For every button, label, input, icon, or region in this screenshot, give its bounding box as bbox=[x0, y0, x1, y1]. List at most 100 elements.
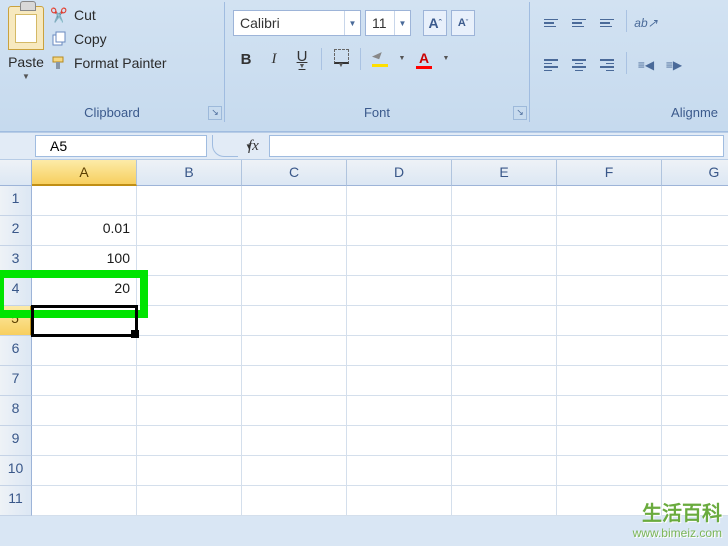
align-center-button[interactable] bbox=[566, 52, 592, 78]
cell[interactable] bbox=[452, 336, 557, 366]
cell[interactable] bbox=[242, 486, 347, 516]
align-top-button[interactable] bbox=[538, 10, 564, 36]
cell[interactable] bbox=[32, 306, 137, 336]
font-color-button[interactable]: A bbox=[411, 46, 437, 72]
cell[interactable] bbox=[32, 186, 137, 216]
cell[interactable] bbox=[662, 246, 728, 276]
cell[interactable] bbox=[452, 306, 557, 336]
cell[interactable] bbox=[662, 396, 728, 426]
cell[interactable] bbox=[137, 366, 242, 396]
cell[interactable] bbox=[242, 246, 347, 276]
formula-bar[interactable] bbox=[269, 135, 724, 157]
font-color-dropdown[interactable]: ▼ bbox=[439, 46, 453, 72]
name-box[interactable]: ▼ bbox=[35, 135, 207, 157]
cell[interactable] bbox=[137, 246, 242, 276]
cell[interactable] bbox=[557, 426, 662, 456]
bold-button[interactable]: B bbox=[233, 46, 259, 72]
paste-dropdown-icon[interactable]: ▼ bbox=[22, 72, 30, 81]
fill-color-dropdown[interactable]: ▼ bbox=[395, 46, 409, 72]
font-size-input[interactable] bbox=[366, 13, 394, 33]
align-bottom-button[interactable] bbox=[594, 10, 620, 36]
cell[interactable]: 20 bbox=[32, 276, 137, 306]
row-header[interactable]: 7 bbox=[0, 366, 32, 396]
cell[interactable] bbox=[662, 336, 728, 366]
cell[interactable] bbox=[557, 306, 662, 336]
cell[interactable] bbox=[137, 456, 242, 486]
cell[interactable] bbox=[452, 456, 557, 486]
cell[interactable] bbox=[32, 396, 137, 426]
row-header[interactable]: 10 bbox=[0, 456, 32, 486]
align-right-button[interactable] bbox=[594, 52, 620, 78]
worksheet[interactable]: ABCDEFG120.013100420567891011 bbox=[0, 160, 728, 516]
align-middle-button[interactable] bbox=[566, 10, 592, 36]
cell[interactable] bbox=[557, 186, 662, 216]
cell[interactable] bbox=[242, 336, 347, 366]
cell[interactable] bbox=[452, 186, 557, 216]
cell[interactable] bbox=[347, 276, 452, 306]
column-header[interactable]: B bbox=[137, 160, 242, 186]
row-header[interactable]: 2 bbox=[0, 216, 32, 246]
row-header[interactable]: 1 bbox=[0, 186, 32, 216]
decrease-font-size-button[interactable]: Aˇ bbox=[451, 10, 475, 36]
cell[interactable] bbox=[242, 426, 347, 456]
paste-button[interactable]: Paste ▼ bbox=[8, 6, 44, 81]
column-header[interactable]: F bbox=[557, 160, 662, 186]
row-header[interactable]: 4 bbox=[0, 276, 32, 306]
column-header[interactable]: C bbox=[242, 160, 347, 186]
cell[interactable] bbox=[137, 426, 242, 456]
cell[interactable] bbox=[242, 186, 347, 216]
cell[interactable] bbox=[557, 216, 662, 246]
cell[interactable] bbox=[662, 276, 728, 306]
cell[interactable] bbox=[557, 456, 662, 486]
cell[interactable] bbox=[32, 426, 137, 456]
cell[interactable] bbox=[347, 396, 452, 426]
cell[interactable] bbox=[452, 426, 557, 456]
column-header[interactable]: G bbox=[662, 160, 728, 186]
cell[interactable] bbox=[557, 276, 662, 306]
cell[interactable] bbox=[557, 246, 662, 276]
cell[interactable] bbox=[242, 366, 347, 396]
cell[interactable] bbox=[32, 366, 137, 396]
cell[interactable] bbox=[662, 456, 728, 486]
cell[interactable] bbox=[242, 396, 347, 426]
decrease-indent-button[interactable]: ≡◀ bbox=[633, 52, 659, 78]
cell[interactable] bbox=[452, 246, 557, 276]
cell[interactable] bbox=[452, 366, 557, 396]
format-painter-button[interactable]: Format Painter bbox=[50, 54, 167, 72]
cell[interactable] bbox=[242, 216, 347, 246]
font-family-dropdown-icon[interactable]: ▼ bbox=[344, 11, 360, 35]
cell[interactable]: 0.01 bbox=[32, 216, 137, 246]
cell[interactable] bbox=[452, 216, 557, 246]
cell[interactable] bbox=[557, 336, 662, 366]
cell[interactable] bbox=[32, 336, 137, 366]
cell[interactable] bbox=[137, 216, 242, 246]
align-left-button[interactable] bbox=[538, 52, 564, 78]
font-size-dropdown-icon[interactable]: ▼ bbox=[394, 11, 410, 35]
cell[interactable] bbox=[557, 396, 662, 426]
cell[interactable] bbox=[662, 306, 728, 336]
font-size-combo[interactable]: ▼ bbox=[365, 10, 411, 36]
cell[interactable] bbox=[347, 366, 452, 396]
italic-button[interactable]: I bbox=[261, 46, 287, 72]
cell[interactable] bbox=[242, 306, 347, 336]
increase-indent-button[interactable]: ≡▶ bbox=[661, 52, 687, 78]
row-header[interactable]: 3 bbox=[0, 246, 32, 276]
font-family-combo[interactable]: ▼ bbox=[233, 10, 361, 36]
cell[interactable] bbox=[662, 366, 728, 396]
cell[interactable] bbox=[242, 456, 347, 486]
row-header[interactable]: 9 bbox=[0, 426, 32, 456]
row-header[interactable]: 6 bbox=[0, 336, 32, 366]
cell[interactable] bbox=[347, 456, 452, 486]
cell[interactable] bbox=[347, 486, 452, 516]
cell[interactable] bbox=[347, 306, 452, 336]
cell[interactable] bbox=[347, 336, 452, 366]
cell[interactable] bbox=[137, 276, 242, 306]
cell[interactable] bbox=[557, 366, 662, 396]
column-header[interactable]: E bbox=[452, 160, 557, 186]
cell[interactable] bbox=[662, 426, 728, 456]
cell[interactable] bbox=[242, 276, 347, 306]
column-header[interactable]: A bbox=[32, 160, 137, 186]
cell[interactable] bbox=[347, 426, 452, 456]
cell[interactable] bbox=[662, 216, 728, 246]
fx-icon[interactable]: fx bbox=[248, 138, 259, 155]
